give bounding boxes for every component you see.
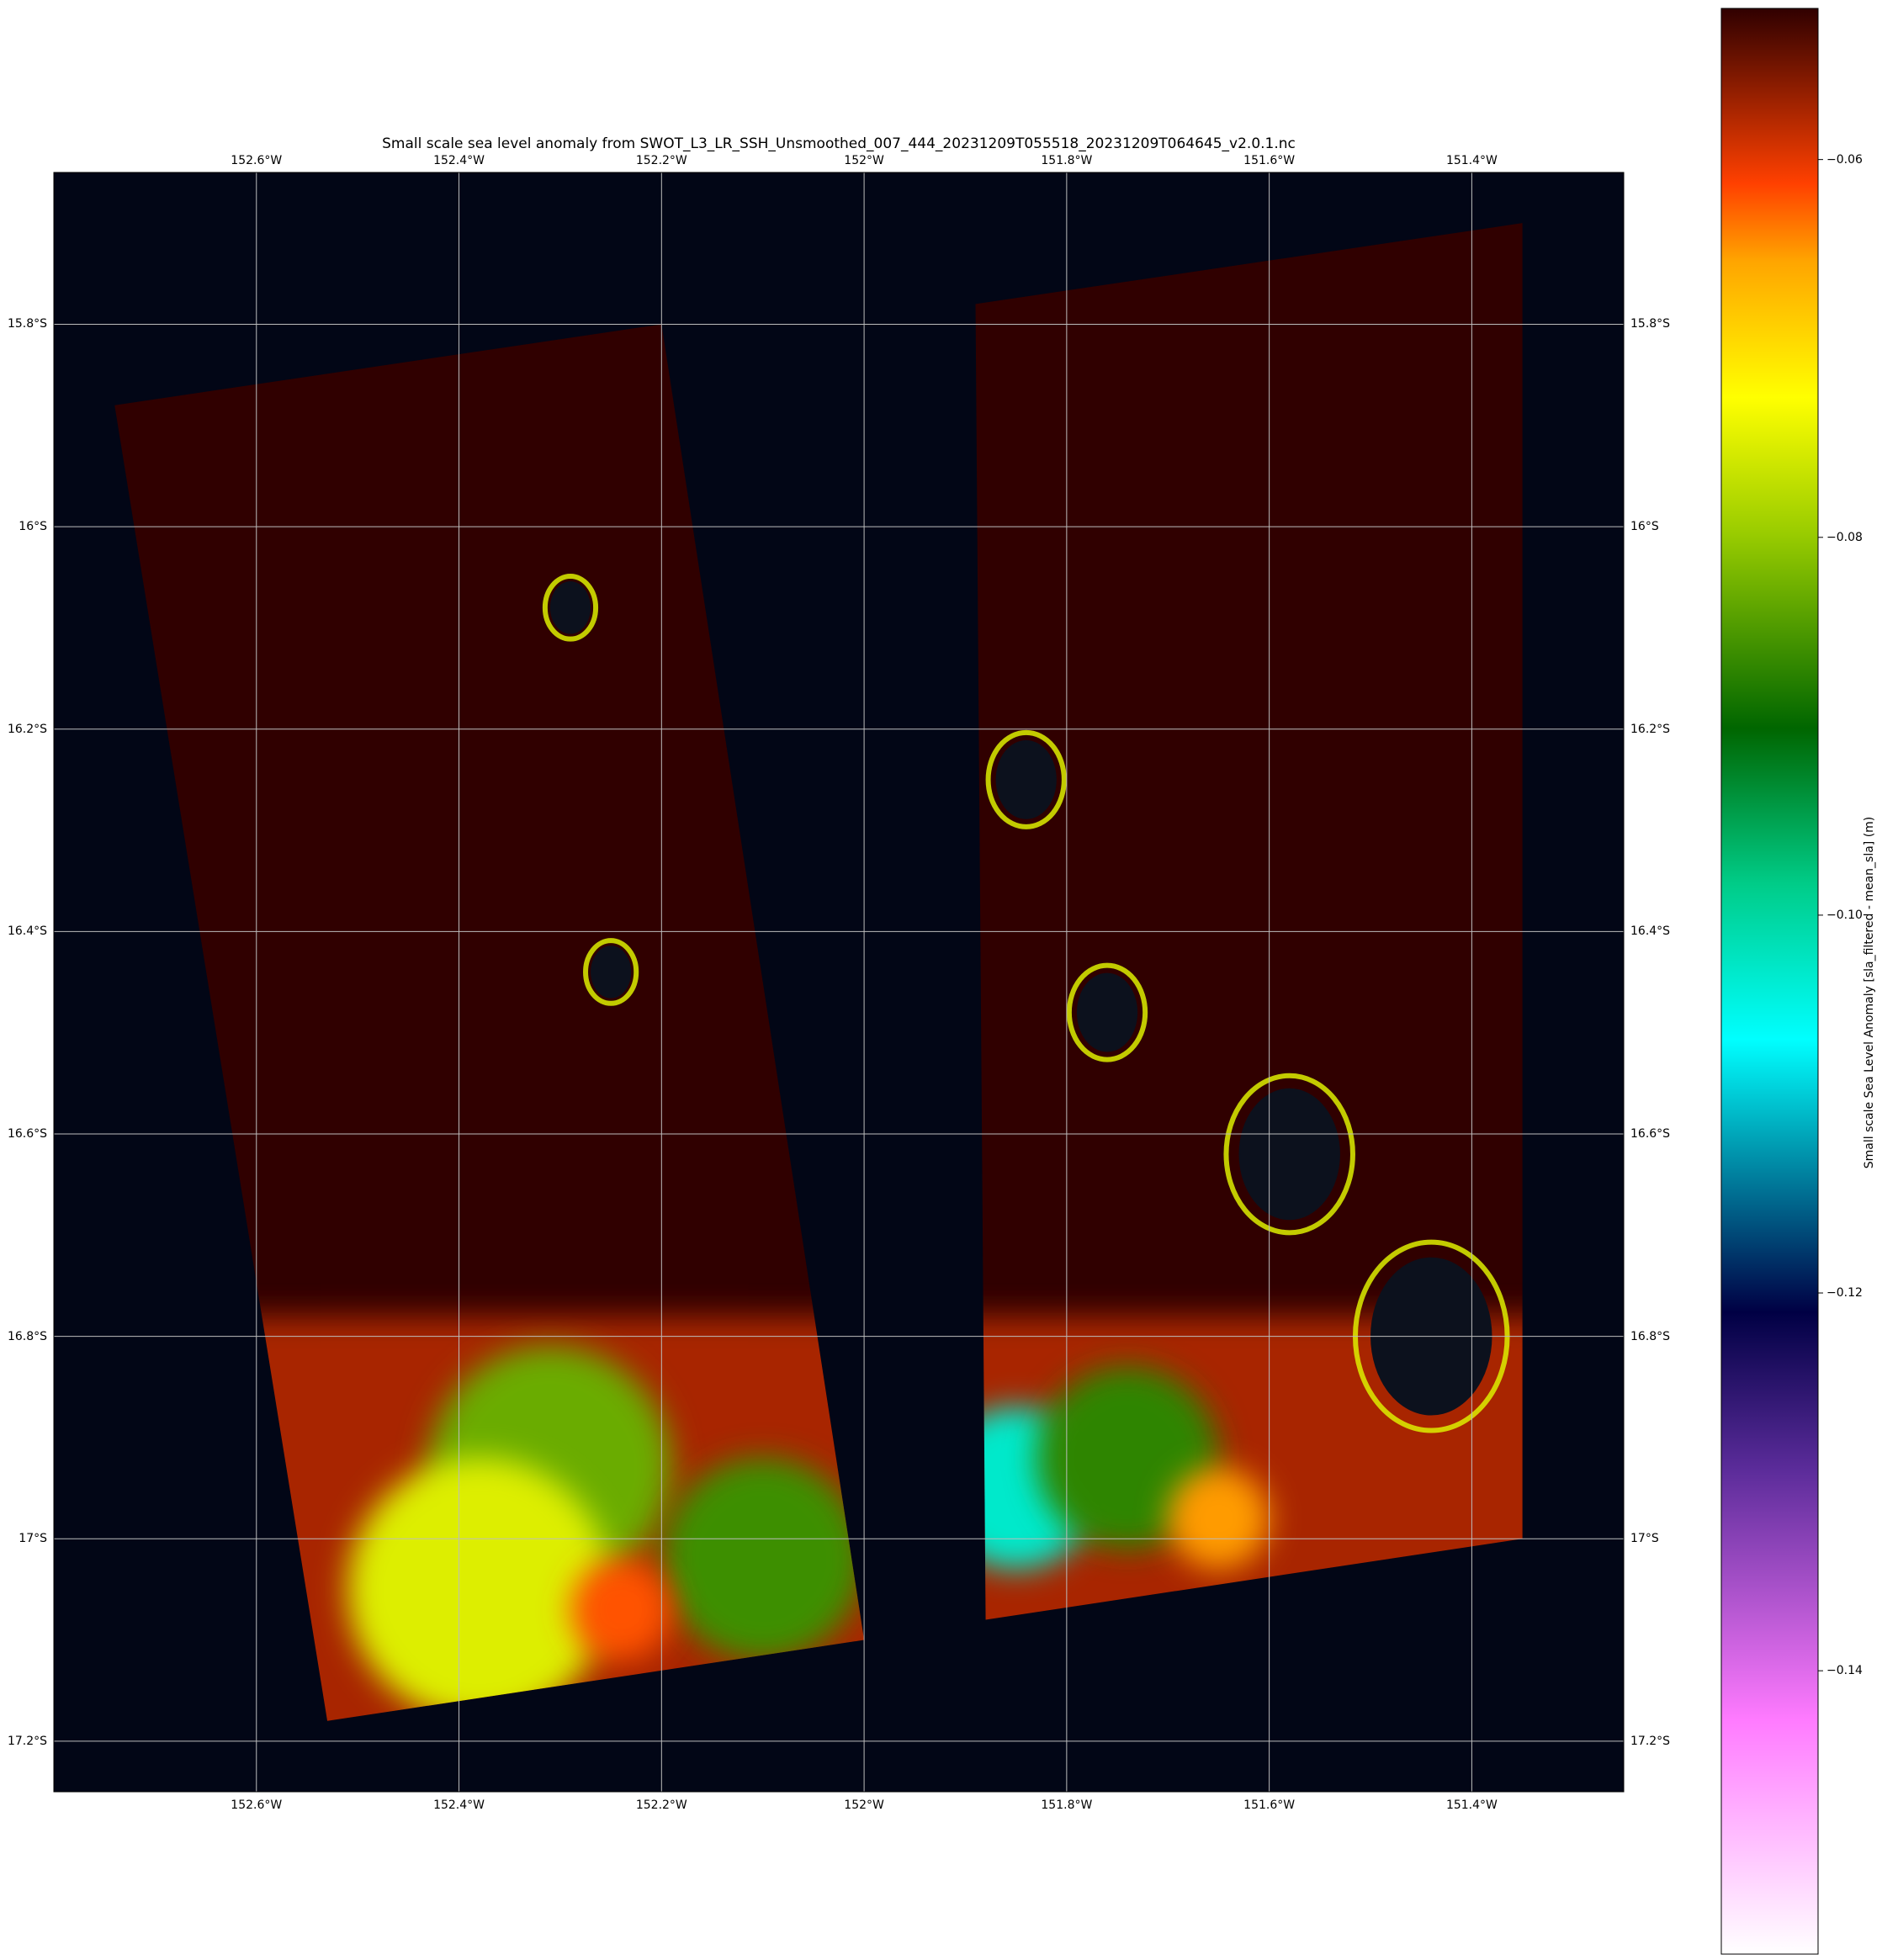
island-land <box>1076 972 1138 1052</box>
tick-label-left: 17.2°S <box>7 1734 47 1748</box>
colorbar-tick-label: −0.08 <box>1826 530 1863 544</box>
tick-label-left: 17°S <box>19 1532 47 1546</box>
colorbar-tick-label: −0.14 <box>1826 1664 1863 1678</box>
tick-label-top: 152.6°W <box>231 154 283 167</box>
anomaly-blob <box>570 1559 672 1661</box>
tick-label-bottom: 151.8°W <box>1041 1798 1093 1812</box>
tick-label-top: 152.4°W <box>433 154 485 167</box>
island-land <box>591 946 632 999</box>
tick-label-top: 152°W <box>844 154 884 167</box>
colorbar-tick-label: −0.06 <box>1826 152 1863 167</box>
tick-label-bottom: 152.2°W <box>635 1798 687 1812</box>
tick-label-bottom: 152.6°W <box>231 1798 283 1812</box>
tick-label-left: 16.2°S <box>7 722 47 736</box>
tick-label-top: 151.6°W <box>1243 154 1296 167</box>
tick-label-right: 16.4°S <box>1630 924 1671 939</box>
colorbar-tick-label: −0.12 <box>1826 1286 1863 1300</box>
colorbar-tick-label: −0.10 <box>1826 908 1863 922</box>
tick-label-left: 16.6°S <box>7 1126 47 1141</box>
tick-label-left: 16°S <box>19 520 47 534</box>
tick-label-right: 17.2°S <box>1630 1734 1671 1748</box>
tick-label-top: 152.2°W <box>635 154 687 167</box>
tick-label-left: 16.8°S <box>7 1329 47 1343</box>
tick-label-bottom: 152.4°W <box>433 1798 485 1812</box>
tick-label-right: 16.2°S <box>1630 722 1671 736</box>
tick-label-bottom: 152°W <box>844 1798 884 1812</box>
colorbar-ticks <box>1818 159 1823 1671</box>
island-bora-bora <box>985 729 1067 829</box>
tick-label-top: 151.4°W <box>1445 154 1498 167</box>
island-tupai <box>542 574 599 642</box>
anomaly-blob <box>1168 1467 1270 1570</box>
tick-label-top: 151.8°W <box>1041 154 1093 167</box>
tick-label-right: 16.6°S <box>1630 1126 1671 1141</box>
anomaly-blob <box>661 1457 865 1661</box>
map-title: Small scale sea level anomaly from SWOT_… <box>382 135 1296 152</box>
colorbar-label: Small scale Sea Level Anomaly [sla_filte… <box>1863 816 1876 1169</box>
figure <box>53 8 1823 1955</box>
tick-label-right: 16°S <box>1630 520 1659 534</box>
island-land <box>549 581 591 634</box>
colorbar <box>1720 8 1819 1955</box>
anomaly-blob <box>347 1457 612 1721</box>
tick-label-bottom: 151.4°W <box>1445 1798 1498 1812</box>
tick-label-right: 16.8°S <box>1630 1329 1671 1343</box>
tick-label-left: 15.8°S <box>7 317 47 331</box>
island-maupiti <box>583 938 639 1006</box>
island-small-island <box>1066 962 1148 1062</box>
tick-label-bottom: 151.6°W <box>1243 1798 1296 1812</box>
tick-label-right: 17°S <box>1630 1532 1659 1546</box>
tick-label-left: 16.4°S <box>7 924 47 939</box>
island-tahaa <box>1223 1073 1355 1236</box>
island-land <box>1238 1088 1340 1221</box>
island-land <box>995 739 1057 819</box>
tick-label-right: 15.8°S <box>1630 317 1671 331</box>
